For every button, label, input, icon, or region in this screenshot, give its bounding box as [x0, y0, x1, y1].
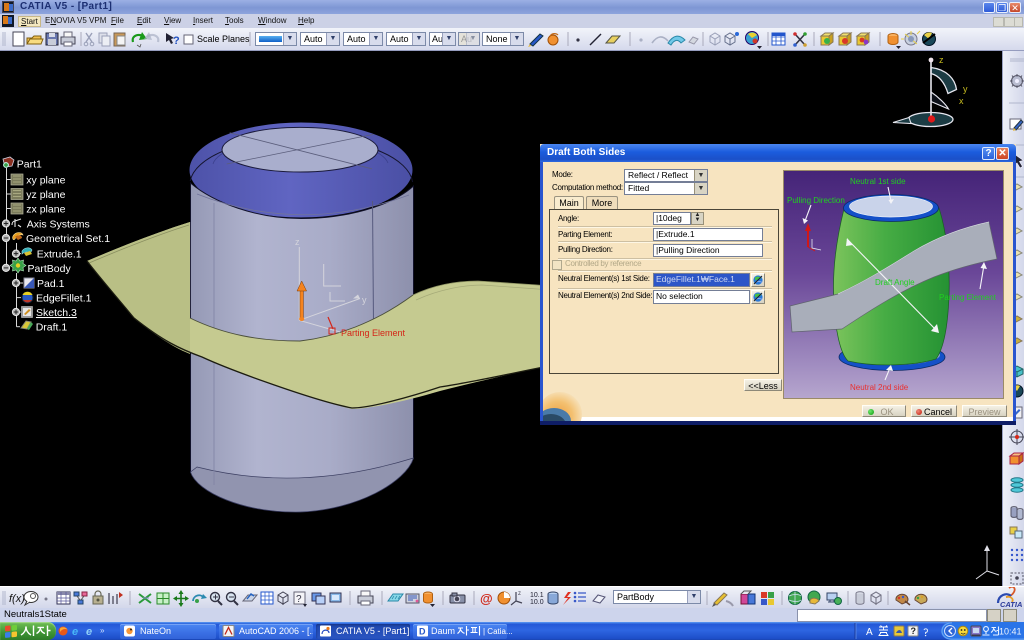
svg-text:PartBody: PartBody [28, 263, 72, 275]
svg-text:z: z [939, 55, 944, 65]
svg-text:Pad.1: Pad.1 [37, 278, 65, 290]
svg-text:f(x): f(x) [9, 593, 25, 605]
svg-text:Parting Element: Parting Element [939, 293, 997, 302]
svg-text:x: x [959, 96, 964, 106]
svg-text:Parting Element: Parting Element [341, 328, 406, 338]
svg-text:xy plane: xy plane [26, 175, 65, 187]
svg-text:Part1: Part1 [17, 159, 42, 171]
svg-text:Pulling Direction: Pulling Direction [787, 196, 845, 205]
svg-text:Scale Planes: Scale Planes [197, 34, 250, 44]
svg-text:Draft Angle: Draft Angle [875, 278, 915, 287]
svg-text:e: e [72, 626, 78, 638]
svg-text:?: ? [911, 626, 917, 636]
svg-text:A: A [866, 627, 873, 638]
svg-text:D: D [419, 627, 426, 637]
svg-text:EdgeFillet.1: EdgeFillet.1 [36, 293, 92, 305]
svg-text:Sketch.3: Sketch.3 [36, 307, 77, 319]
svg-text:10:41: 10:41 [999, 627, 1022, 637]
svg-text:10.1: 10.1 [530, 592, 544, 599]
svg-text:10.0: 10.0 [530, 599, 544, 606]
svg-text:Geometrical Set.1: Geometrical Set.1 [26, 233, 110, 245]
svg-text:Axis Systems: Axis Systems [27, 219, 90, 231]
svg-text:Neutral 1st side: Neutral 1st side [850, 177, 906, 186]
svg-text:y: y [963, 84, 968, 94]
svg-text:yz plane: yz plane [26, 189, 65, 201]
svg-text:?: ? [173, 35, 180, 47]
svg-text:z: z [518, 591, 521, 597]
svg-text:z: z [295, 237, 300, 247]
svg-text:zx plane: zx plane [26, 204, 65, 216]
svg-text:?: ? [296, 594, 302, 605]
svg-text:e: e [86, 626, 92, 638]
svg-text:Extrude.1: Extrude.1 [37, 249, 82, 261]
svg-text:Neutral 2nd side: Neutral 2nd side [850, 383, 909, 392]
svg-text:@: @ [480, 591, 493, 606]
svg-text:y: y [362, 295, 367, 305]
svg-text:Draft.1: Draft.1 [36, 322, 68, 334]
svg-text:»: » [100, 626, 105, 635]
svg-text:| Catia...: | Catia... [483, 627, 513, 636]
